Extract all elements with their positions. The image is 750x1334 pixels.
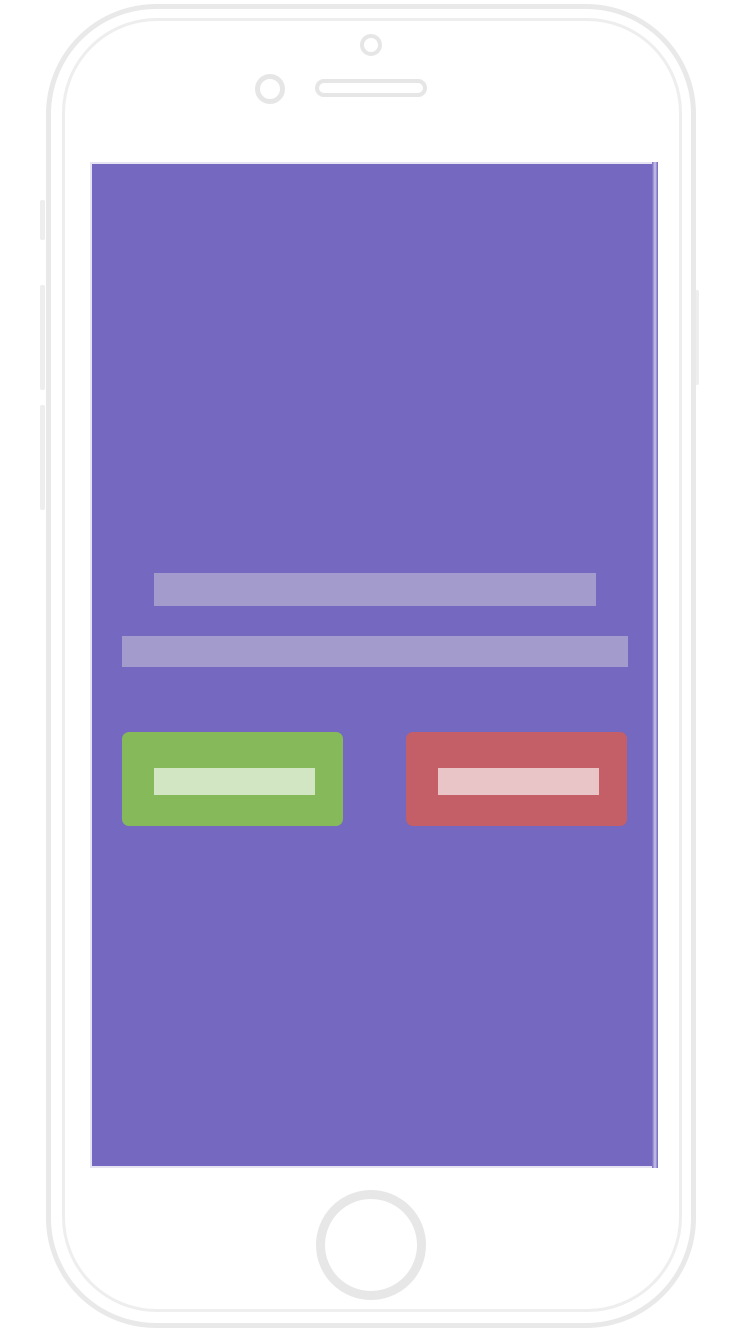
home-button-icon[interactable] xyxy=(316,1190,426,1300)
headline-placeholder xyxy=(154,573,596,606)
accept-button-label xyxy=(154,768,315,795)
camera-icon xyxy=(360,34,382,56)
speaker-icon xyxy=(315,79,427,97)
accept-button[interactable] xyxy=(122,732,343,826)
decline-button[interactable] xyxy=(406,732,627,826)
phone-mockup xyxy=(0,0,750,1334)
volume-up-button xyxy=(40,285,45,390)
phone-screen xyxy=(90,162,658,1168)
volume-down-button xyxy=(40,405,45,510)
decline-button-label xyxy=(438,768,599,795)
screen-edge xyxy=(652,162,658,1168)
sensor-icon xyxy=(255,74,285,104)
mute-switch xyxy=(40,200,45,240)
subtitle-placeholder xyxy=(122,636,628,667)
